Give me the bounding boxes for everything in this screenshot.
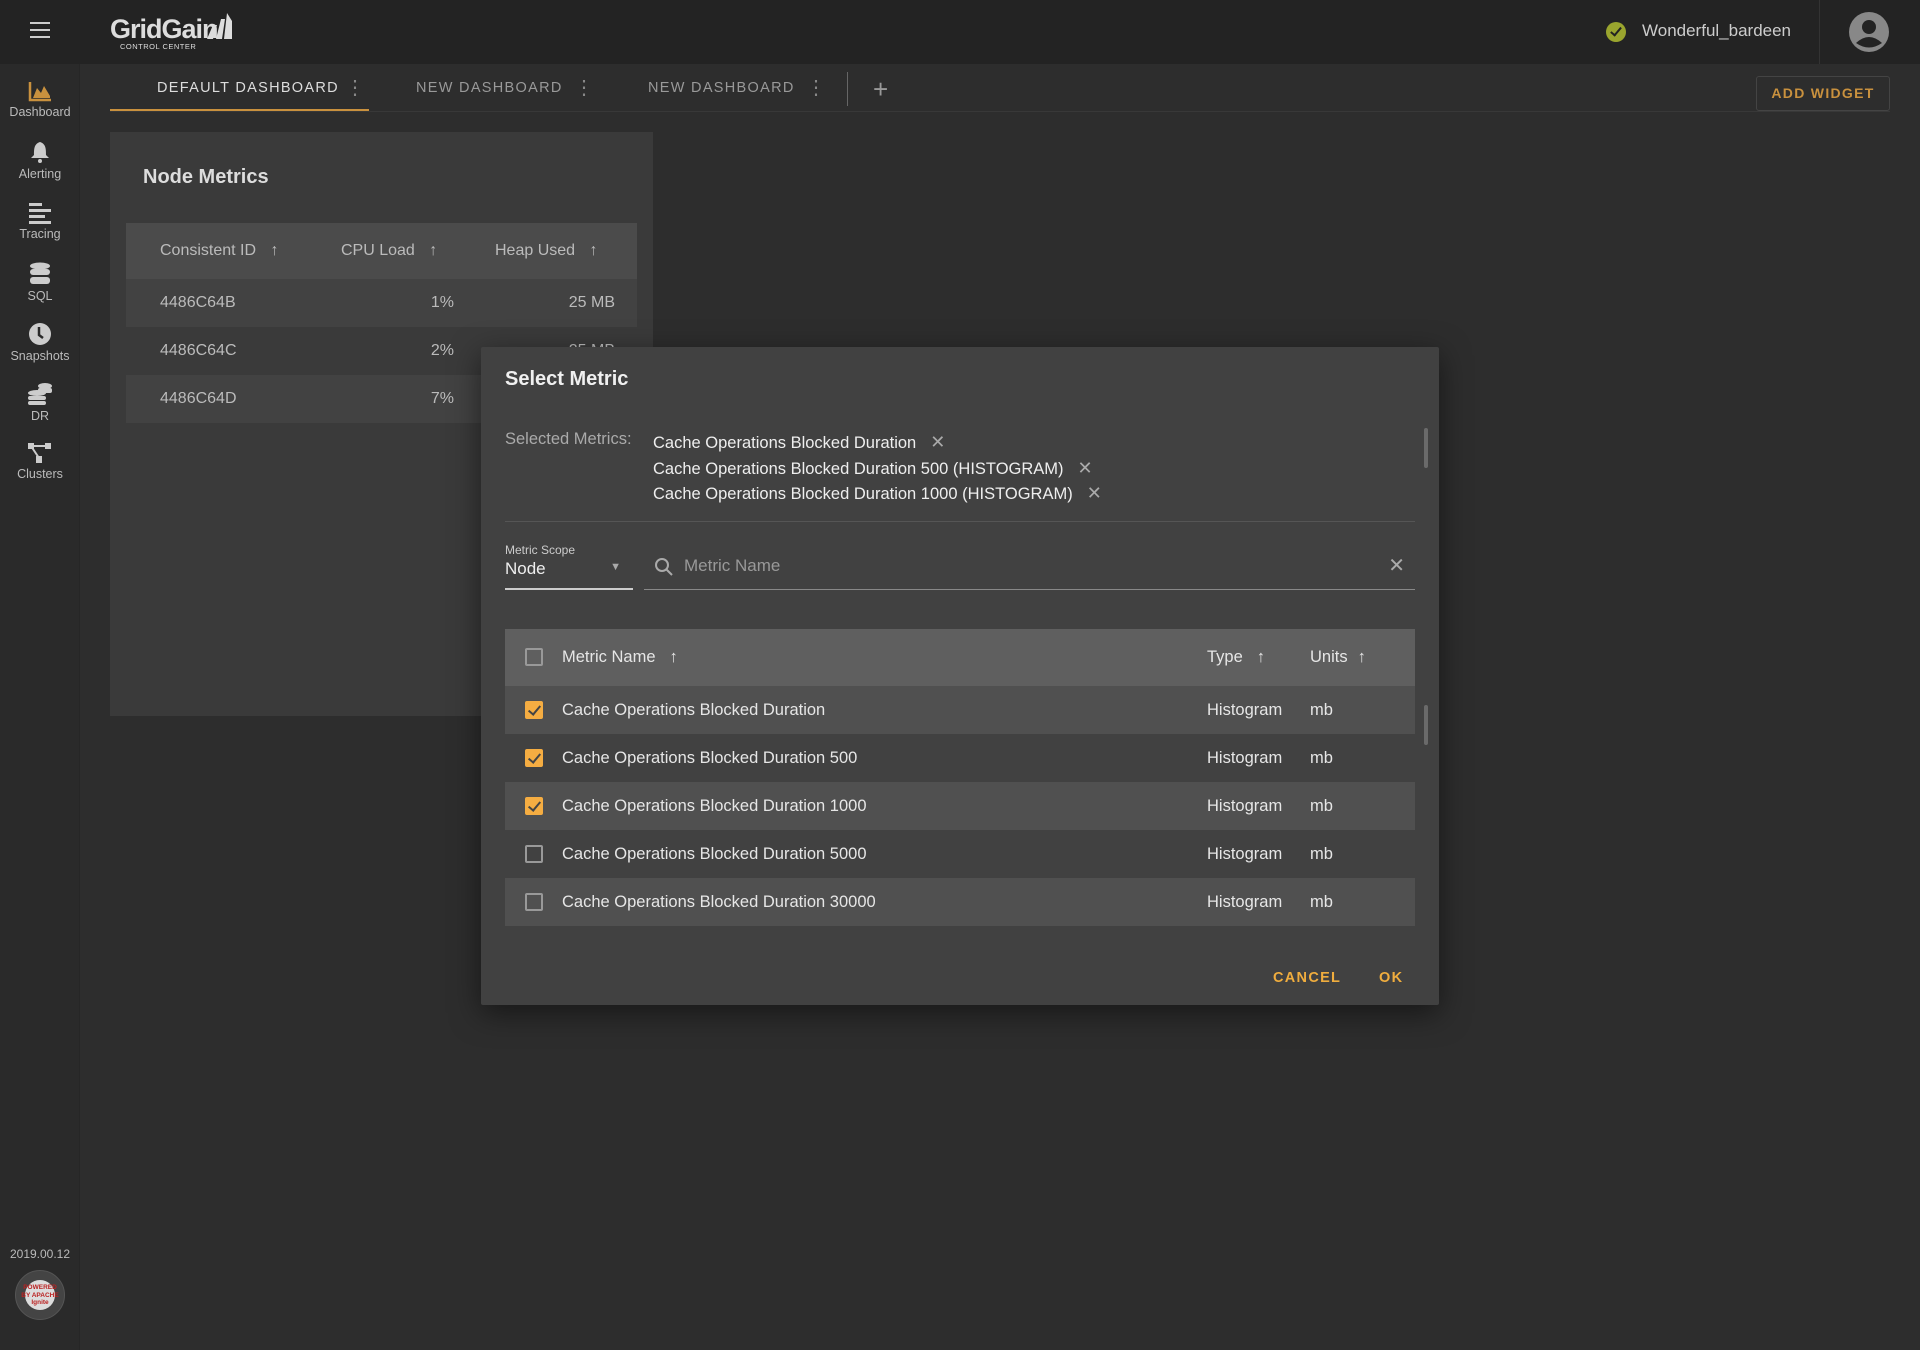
- remove-icon[interactable]: ✕: [1087, 483, 1102, 503]
- search-icon: [655, 558, 673, 576]
- sidebar-item-sql[interactable]: SQL: [0, 262, 80, 303]
- tab-menu-icon[interactable]: ⋮: [345, 64, 365, 112]
- metric-type: Histogram: [1207, 701, 1283, 719]
- select-metric-dialog: Select Metric Selected Metrics: Cache Op…: [481, 347, 1439, 1005]
- metric-row[interactable]: Cache Operations Blocked Duration 500 Hi…: [505, 734, 1415, 782]
- top-bar: GridGain CONTROL CENTER Wonderful_bardee…: [0, 0, 1920, 64]
- remove-icon[interactable]: ✕: [930, 432, 945, 452]
- table-row[interactable]: 4486C64B 1% 25 MB: [126, 279, 637, 327]
- metric-row[interactable]: Cache Operations Blocked Duration 5000 H…: [505, 830, 1415, 878]
- metric-type: Histogram: [1207, 845, 1283, 863]
- metric-name: Cache Operations Blocked Duration: [562, 701, 826, 719]
- remove-icon[interactable]: ✕: [1078, 458, 1093, 478]
- scrollbar[interactable]: [1424, 428, 1428, 468]
- metric-row[interactable]: Cache Operations Blocked Duration 30000 …: [505, 878, 1415, 926]
- sort-arrow-icon: ↑: [270, 242, 279, 259]
- selected-chip: Cache Operations Blocked Duration 1000 (…: [653, 483, 1102, 503]
- metric-units: mb: [1310, 749, 1333, 767]
- sort-arrow-icon: ↑: [1357, 648, 1366, 666]
- row-checkbox[interactable]: [525, 749, 543, 767]
- clock-icon: [29, 323, 51, 345]
- sidebar-item-tracing[interactable]: Tracing: [0, 202, 80, 241]
- logo-mark-icon: [207, 13, 232, 39]
- search-placeholder: Metric Name: [684, 556, 781, 575]
- table-scrollbar[interactable]: [1424, 705, 1428, 745]
- metric-type: Histogram: [1207, 797, 1283, 815]
- clear-icon[interactable]: ✕: [1388, 553, 1405, 578]
- row-checkbox[interactable]: [525, 893, 543, 911]
- metric-type: Histogram: [1207, 749, 1283, 767]
- metric-row[interactable]: Cache Operations Blocked Duration Histog…: [505, 686, 1415, 734]
- add-widget-button[interactable]: ADD WIDGET: [1756, 76, 1890, 111]
- sidebar-item-dashboard[interactable]: Dashboard: [0, 80, 80, 119]
- add-tab-icon[interactable]: +: [873, 74, 888, 105]
- clusters-icon: [28, 443, 51, 463]
- metric-name: Cache Operations Blocked Duration 1000: [562, 797, 867, 815]
- logo[interactable]: GridGain CONTROL CENTER: [110, 13, 232, 51]
- sort-arrow-icon: ↑: [589, 242, 598, 259]
- sidebar-item-snapshots[interactable]: Snapshots: [0, 322, 80, 363]
- cancel-button[interactable]: CANCEL: [1273, 970, 1341, 986]
- col-metric-name[interactable]: Metric Name ↑: [562, 629, 678, 686]
- dialog-title: Select Metric: [505, 368, 629, 390]
- col-units[interactable]: Units ↑: [1310, 629, 1366, 686]
- selected-chip: Cache Operations Blocked Duration 500 (H…: [653, 457, 1093, 478]
- col-heap-used[interactable]: Heap Used ↑: [495, 223, 598, 279]
- row-checkbox[interactable]: [525, 797, 543, 815]
- sidebar-item-dr[interactable]: DR: [0, 382, 80, 423]
- metric-name: Cache Operations Blocked Duration 5000: [562, 845, 867, 863]
- table-header: Consistent ID ↑ CPU Load ↑ Heap Used ↑: [126, 223, 637, 279]
- row-checkbox[interactable]: [525, 845, 543, 863]
- tab-new-dashboard-2[interactable]: NEW DASHBOARD: [648, 64, 795, 112]
- metric-units: mb: [1310, 893, 1333, 911]
- sort-arrow-icon: ↑: [669, 648, 678, 666]
- powered-by-ignite-logo: POWERED BY APACHE Ignite: [15, 1270, 65, 1320]
- tab-menu-icon[interactable]: ⋮: [806, 64, 826, 112]
- col-consistent-id[interactable]: Consistent ID ↑: [160, 223, 279, 279]
- metric-units: mb: [1310, 797, 1333, 815]
- database-icon: [30, 262, 50, 284]
- cluster-name[interactable]: Wonderful_bardeen: [1642, 21, 1791, 41]
- metric-search-field[interactable]: Metric Name ✕: [644, 545, 1415, 590]
- version-label: 2019.00.12: [9, 1247, 71, 1261]
- metrics-table-header: Metric Name ↑ Type ↑ Units ↑: [505, 629, 1415, 686]
- powered-by-text: POWERED BY APACHE Ignite: [21, 1284, 59, 1306]
- selected-metrics-list: Cache Operations Blocked Duration ✕ Cache…: [653, 430, 1102, 507]
- metric-row[interactable]: Cache Operations Blocked Duration 1000 H…: [505, 782, 1415, 830]
- metric-units: mb: [1310, 701, 1333, 719]
- metric-units: mb: [1310, 845, 1333, 863]
- sort-arrow-icon: ↑: [429, 242, 438, 259]
- chart-area-icon: [28, 82, 51, 102]
- sort-arrow-icon: ↑: [1256, 648, 1266, 666]
- metric-name: Cache Operations Blocked Duration 30000: [562, 893, 876, 911]
- divider: [847, 72, 848, 106]
- metric-name: Cache Operations Blocked Duration 500: [562, 749, 858, 767]
- col-type[interactable]: Type ↑: [1207, 629, 1265, 686]
- selected-metrics-label: Selected Metrics:: [505, 430, 632, 448]
- col-cpu-load[interactable]: CPU Load ↑: [341, 223, 437, 279]
- sidebar-item-clusters[interactable]: Clusters: [0, 442, 80, 481]
- metric-scope-select[interactable]: Metric Scope Node ▼: [505, 543, 633, 590]
- tab-default-dashboard[interactable]: DEFAULT DASHBOARD: [110, 64, 369, 112]
- menu-icon[interactable]: [30, 22, 50, 38]
- bell-icon: [31, 142, 49, 163]
- select-all-checkbox[interactable]: [525, 648, 543, 666]
- tabs-underline: [110, 111, 1890, 112]
- sidebar: Dashboard Alerting Tracing SQL Snapshots…: [0, 64, 80, 1350]
- tracing-icon: [29, 203, 51, 224]
- metric-type: Histogram: [1207, 893, 1283, 911]
- dropdown-arrow-icon: ▼: [610, 561, 621, 573]
- widget-title: Node Metrics: [143, 166, 269, 188]
- tab-menu-icon[interactable]: ⋮: [574, 64, 594, 112]
- user-avatar-icon[interactable]: [1849, 12, 1889, 52]
- sidebar-item-alerting[interactable]: Alerting: [0, 140, 80, 181]
- divider: [505, 521, 1415, 522]
- ok-button[interactable]: OK: [1379, 970, 1403, 986]
- dr-icon: [28, 383, 52, 405]
- tab-new-dashboard[interactable]: NEW DASHBOARD: [416, 64, 563, 112]
- status-check-icon: [1606, 22, 1626, 42]
- divider: [1819, 0, 1820, 64]
- selected-chip: Cache Operations Blocked Duration ✕: [653, 432, 946, 452]
- row-checkbox[interactable]: [525, 701, 543, 719]
